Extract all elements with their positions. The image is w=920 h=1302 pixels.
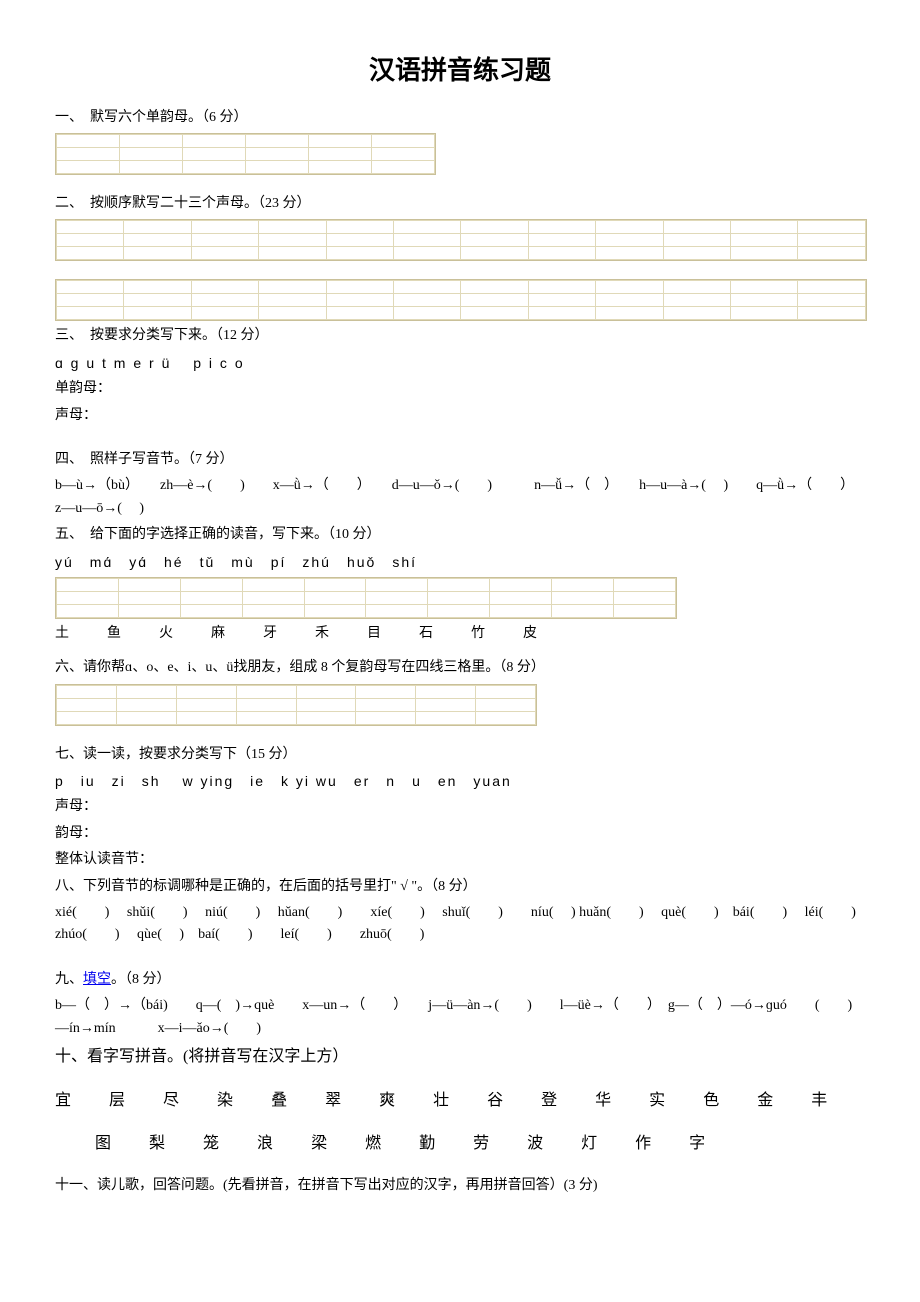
q8-content: xié( ) shǔi( ) niú( ) hǔan( ) xíe( ) shu… bbox=[55, 902, 865, 947]
q7-subline-3: 整体认读音节： bbox=[55, 849, 865, 871]
q11-label: 十一、读儿歌，回答问题。(先看拼音，在拼音下写出对应的汉字，再用拼音回答）(3 … bbox=[55, 1175, 865, 1197]
q10-char: 叠 bbox=[271, 1088, 287, 1114]
q10-char: 层 bbox=[109, 1088, 125, 1114]
q10-char: 登 bbox=[541, 1088, 557, 1114]
q6-writing-grid bbox=[55, 684, 537, 726]
q10-char: 图 bbox=[95, 1131, 111, 1157]
q10-char: 燃 bbox=[365, 1131, 381, 1157]
q1-label: 一、 默写六个单韵母。（6 分） bbox=[55, 107, 865, 129]
q2-label: 二、 按顺序默写二十三个声母。（23 分） bbox=[55, 193, 865, 215]
q10-char: 浪 bbox=[257, 1131, 273, 1157]
q5-char: 石 bbox=[419, 623, 433, 645]
page-title: 汉语拼音练习题 bbox=[55, 50, 865, 92]
q5-char: 目 bbox=[367, 623, 381, 645]
q5-char: 土 bbox=[55, 623, 69, 645]
q1-writing-grid bbox=[55, 133, 436, 175]
q7-label: 七、读一读，按要求分类写下（15 分） bbox=[55, 744, 865, 766]
q10-char: 作 bbox=[635, 1131, 651, 1157]
q10-char: 梨 bbox=[149, 1131, 165, 1157]
q10-char: 梁 bbox=[311, 1131, 327, 1157]
q10-char: 波 bbox=[527, 1131, 543, 1157]
q10-char: 灯 bbox=[581, 1131, 597, 1157]
q2-writing-grid-2 bbox=[55, 279, 867, 321]
q9-label-pre: 九、 bbox=[55, 972, 83, 987]
q10-char: 劳 bbox=[473, 1131, 489, 1157]
q5-char: 牙 bbox=[263, 623, 277, 645]
q4-content: b—ù→（bù） zh—è→( ) x—ǜ→（ ） d—u—ǒ→( ) n—ǚ→… bbox=[55, 475, 865, 520]
q10-char: 宜 bbox=[55, 1088, 71, 1114]
q10-char: 谷 bbox=[487, 1088, 503, 1114]
q10-char: 丰 bbox=[811, 1088, 827, 1114]
q10-char: 笼 bbox=[203, 1131, 219, 1157]
q10-char: 爽 bbox=[379, 1088, 395, 1114]
q8-label: 八、下列音节的标调哪种是正确的，在后面的括号里打" √ "。（8 分） bbox=[55, 876, 865, 898]
q9-content: b—（ ）→（bái) q—( )→què x—un→（ ） j—ü—àn→( … bbox=[55, 995, 865, 1040]
q7-letters: p iu zi sh w ying ie k yi wu er n u en y… bbox=[55, 770, 865, 792]
q3-subline-2: 声母： bbox=[55, 405, 865, 427]
q5-label: 五、 给下面的字选择正确的读音，写下来。（10 分） bbox=[55, 524, 865, 546]
q5-pinyin: yú mɑ́ yɑ́ hé tǔ mù pí zhú huǒ shí bbox=[55, 551, 865, 573]
q10-char: 字 bbox=[689, 1131, 705, 1157]
q10-char: 翠 bbox=[325, 1088, 341, 1114]
q5-char: 皮 bbox=[523, 623, 537, 645]
q10-char-row-1: 宜 层 尽 染 叠 翠 爽 壮 谷 登 华 实 色 金 丰 bbox=[55, 1088, 865, 1114]
q3-letters: ɑ ɡ u t m e r ü p i c o bbox=[55, 352, 865, 374]
q9-label: 九、填空。（8 分） bbox=[55, 969, 865, 991]
q5-char: 火 bbox=[159, 623, 173, 645]
q5-char: 竹 bbox=[471, 623, 485, 645]
q10-char: 华 bbox=[595, 1088, 611, 1114]
q5-char: 禾 bbox=[315, 623, 329, 645]
q4-label: 四、 照样子写音节。（7 分） bbox=[55, 449, 865, 471]
q5-writing-grid bbox=[55, 577, 677, 619]
q10-char: 壮 bbox=[433, 1088, 449, 1114]
q10-char-row-2: 图 梨 笼 浪 梁 燃 勤 劳 波 灯 作 字 bbox=[55, 1131, 865, 1157]
q6-label: 六、请你帮ɑ、o、e、i、u、ü找朋友，组成 8 个复韵母写在四线三格里。（8 … bbox=[55, 657, 865, 679]
q5-char: 鱼 bbox=[107, 623, 121, 645]
q10-label: 十、看字写拼音。(将拼音写在汉字上方） bbox=[55, 1044, 865, 1070]
q9-link[interactable]: 填空 bbox=[83, 972, 111, 987]
q5-char: 麻 bbox=[211, 623, 225, 645]
q10-char: 色 bbox=[703, 1088, 719, 1114]
q3-subline-1: 单韵母： bbox=[55, 378, 865, 400]
q2-writing-grid-1 bbox=[55, 219, 867, 261]
q10-char: 勤 bbox=[419, 1131, 435, 1157]
q10-char: 金 bbox=[757, 1088, 773, 1114]
q7-subline-1: 声母： bbox=[55, 796, 865, 818]
q10-char: 尽 bbox=[163, 1088, 179, 1114]
q5-char-row: 土 鱼 火 麻 牙 禾 目 石 竹 皮 bbox=[55, 623, 865, 645]
q9-label-post: 。（8 分） bbox=[111, 972, 171, 987]
q10-char: 实 bbox=[649, 1088, 665, 1114]
q3-label: 三、 按要求分类写下来。（12 分） bbox=[55, 325, 865, 347]
q7-subline-2: 韵母： bbox=[55, 823, 865, 845]
q10-char: 染 bbox=[217, 1088, 233, 1114]
